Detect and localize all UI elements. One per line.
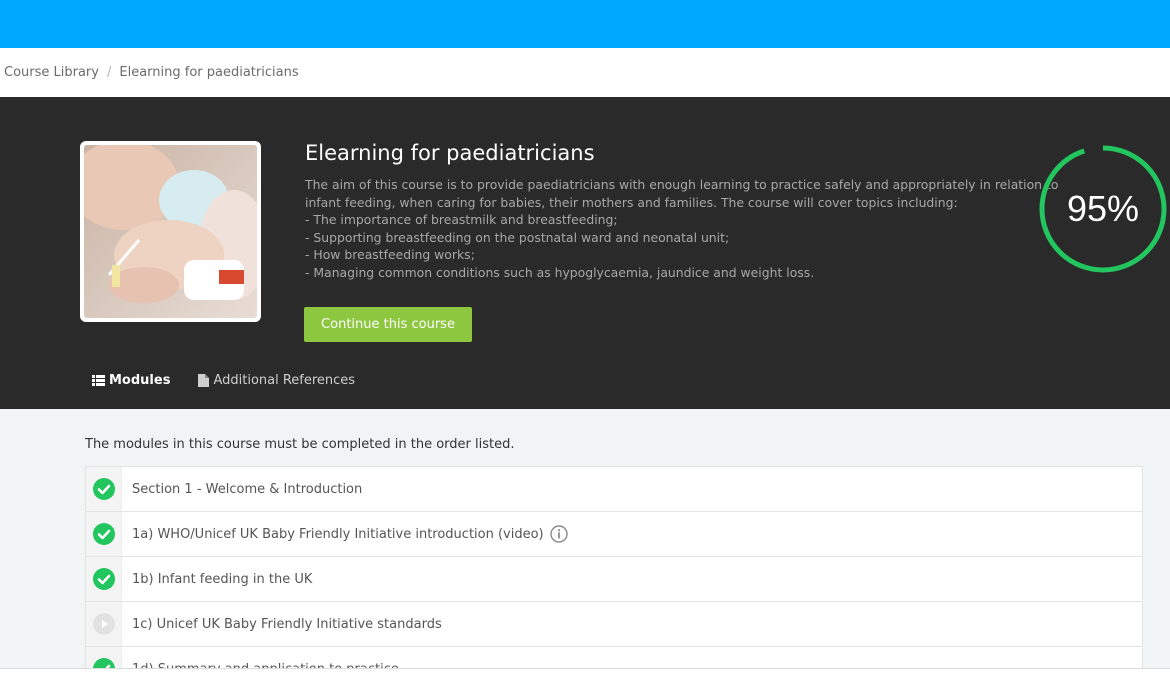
description-line: - Managing common conditions such as hyp…: [305, 264, 815, 280]
module-item[interactable]: 1b) Infant feeding in the UK: [86, 557, 1142, 602]
module-item[interactable]: 1c) Unicef UK Baby Friendly Initiative s…: [86, 602, 1142, 647]
tab-additional-references[interactable]: Additional References: [198, 373, 355, 388]
list-icon: [92, 375, 105, 386]
description-line: - How breastfeeding works;: [305, 247, 475, 263]
module-status: [86, 557, 122, 601]
modules-intro-text: The modules in this course must be compl…: [85, 437, 515, 452]
page-bottom-edge: [0, 668, 1170, 700]
module-list: Section 1 - Welcome & Introduction 1a) W…: [85, 466, 1143, 692]
module-status: [86, 467, 122, 511]
breadcrumb-current: Elearning for paediatricians: [119, 65, 299, 80]
top-header-bar: [0, 0, 1170, 48]
description-line: The aim of this course is to provide pae…: [305, 177, 1059, 192]
description-line: infant feeding, when caring for babies, …: [305, 194, 958, 210]
module-label: 1b) Infant feeding in the UK: [132, 571, 313, 587]
module-item[interactable]: 1a) WHO/Unicef UK Baby Friendly Initiati…: [86, 512, 1142, 557]
course-description: The aim of this course is to provide pae…: [305, 176, 1059, 282]
check-circle-icon: [92, 523, 115, 545]
info-icon[interactable]: [549, 525, 568, 543]
breadcrumb-course-library[interactable]: Course Library: [4, 65, 99, 80]
baby-photo-image: [84, 145, 257, 318]
module-label: 1a) WHO/Unicef UK Baby Friendly Initiati…: [132, 526, 544, 542]
description-line: - The importance of breastmilk and breas…: [305, 212, 618, 228]
tab-additional-references-label: Additional References: [213, 373, 356, 388]
tab-modules[interactable]: Modules: [92, 373, 170, 388]
continue-course-button[interactable]: Continue this course: [304, 307, 472, 342]
course-thumbnail: [80, 141, 261, 322]
module-status: [86, 512, 122, 556]
breadcrumb: Course Library / Elearning for paediatri…: [0, 48, 1170, 97]
file-icon: [198, 374, 210, 387]
course-title: Elearning for paediatricians: [305, 141, 595, 165]
breadcrumb-separator: /: [106, 65, 112, 80]
course-hero: Elearning for paediatricians The aim of …: [0, 97, 1170, 409]
module-label: Section 1 - Welcome & Introduction: [132, 481, 363, 497]
check-circle-icon: [92, 478, 115, 500]
progress-percentage: 95%: [1066, 188, 1140, 229]
tab-modules-label: Modules: [109, 373, 171, 388]
course-tabs: Modules Additional References: [92, 373, 355, 388]
play-circle-icon: [92, 613, 115, 635]
description-line: - Supporting breastfeeding on the postna…: [305, 229, 730, 245]
module-label: 1c) Unicef UK Baby Friendly Initiative s…: [132, 616, 442, 632]
module-item[interactable]: Section 1 - Welcome & Introduction: [86, 467, 1142, 512]
check-circle-icon: [92, 568, 115, 590]
module-status: [86, 602, 122, 646]
